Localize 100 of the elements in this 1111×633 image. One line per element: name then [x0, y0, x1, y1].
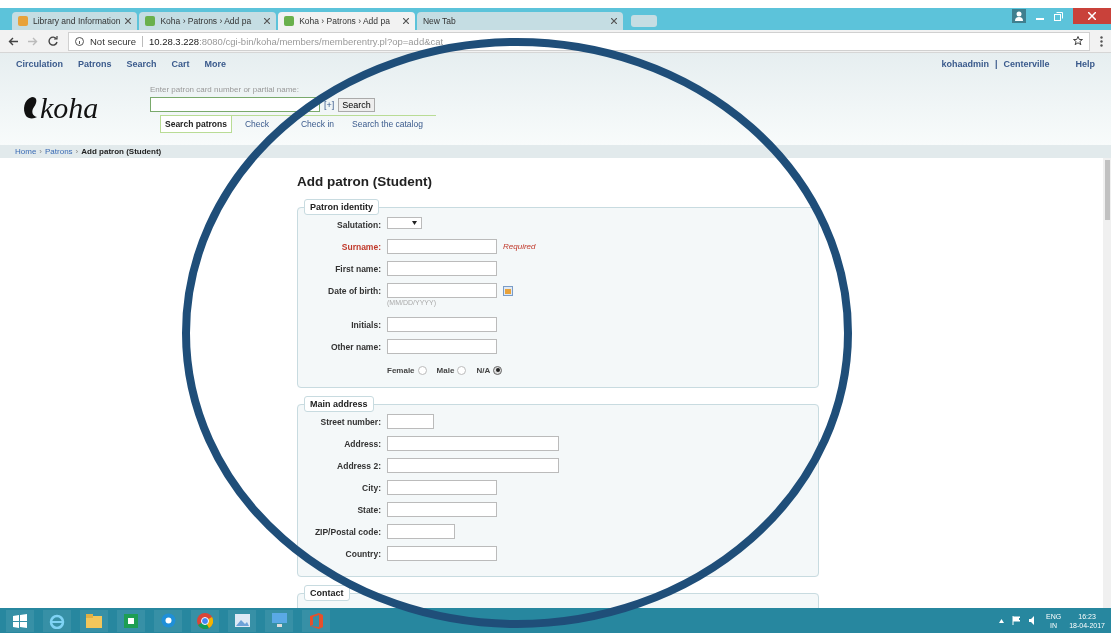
text-field[interactable]: [387, 283, 497, 298]
breadcrumb-link[interactable]: Patrons: [45, 147, 73, 156]
menu-icon[interactable]: [1100, 35, 1103, 47]
help-link[interactable]: Help: [1075, 59, 1095, 69]
text-field[interactable]: [387, 458, 559, 473]
logo-wordmark[interactable]: koha: [40, 91, 99, 125]
chrome-icon[interactable]: [197, 612, 213, 629]
close-window-button[interactable]: [1073, 8, 1111, 24]
windows-icon[interactable]: [13, 613, 27, 628]
browser-tab[interactable]: Koha › Patrons › Add pa: [139, 12, 277, 30]
tab-title: Library and Information: [33, 16, 121, 26]
search-button[interactable]: Search: [338, 97, 375, 112]
search-tab[interactable]: Check in: [296, 116, 340, 133]
text-field[interactable]: [387, 480, 497, 495]
breadcrumb-separator: ›: [75, 147, 79, 156]
nav-link[interactable]: More: [204, 59, 227, 69]
search-tab[interactable]: Search the catalog: [347, 116, 428, 133]
user-link[interactable]: kohaadmin: [941, 59, 989, 69]
reload-icon[interactable]: [48, 36, 58, 46]
text-field[interactable]: [387, 524, 455, 539]
page-title: Add patron (Student): [297, 174, 433, 189]
text-field[interactable]: [387, 546, 497, 561]
picture-icon[interactable]: [234, 614, 250, 627]
url-text: 10.28.3.228:8080/cgi-bin/koha/members/memberentry.pl?op=add&cat: [148, 35, 444, 47]
close-icon: [1088, 12, 1096, 20]
monitor-icon[interactable]: [271, 613, 287, 628]
text-field[interactable]: [387, 317, 497, 332]
close-icon[interactable]: [610, 18, 617, 24]
star-icon[interactable]: [1073, 36, 1083, 46]
field-label: Other name:: [329, 341, 381, 352]
radio-button[interactable]: [417, 365, 427, 375]
browser-e-icon[interactable]: [49, 612, 65, 629]
required-note: Required: [503, 241, 536, 251]
forward-icon[interactable]: [28, 36, 38, 46]
folder-icon[interactable]: [86, 613, 102, 628]
field-label: State:: [356, 504, 381, 515]
new-tab-button[interactable]: [630, 15, 657, 27]
info-icon: [75, 36, 84, 46]
back-icon[interactable]: [8, 36, 18, 46]
gender-radio[interactable]: Female: [387, 365, 427, 375]
favicon-icon: [284, 16, 295, 26]
browser-tab[interactable]: Koha › Patrons › Add pa: [278, 12, 415, 30]
breadcrumb-separator: ›: [39, 147, 42, 156]
office-icon[interactable]: [309, 612, 323, 629]
nav-link[interactable]: Search: [126, 59, 157, 69]
tab-title: Koha › Patrons › Add pa: [160, 16, 253, 26]
field-label: City:: [361, 482, 381, 493]
text-field[interactable]: [387, 339, 497, 354]
browser-tab[interactable]: Library and Information: [12, 12, 138, 30]
field-label: Street number:: [319, 416, 381, 427]
nav-separator: |: [994, 59, 998, 69]
field-label: Surname:: [340, 241, 381, 252]
close-icon[interactable]: [125, 18, 132, 24]
advanced-search-link[interactable]: [+]: [324, 99, 335, 110]
field-label: Address 2:: [336, 460, 381, 471]
tab-title: New Tab: [422, 16, 457, 26]
radio-button[interactable]: [493, 365, 503, 375]
address-bar[interactable]: Not secure 10.28.3.228:8080/cgi-bin/koha/members/memberentry.pl?op=add&cat: [68, 31, 1090, 51]
field-label: ZIP/Postal code:: [313, 526, 381, 537]
patron-search-field[interactable]: [150, 97, 320, 112]
gender-radio[interactable]: Male: [436, 365, 467, 375]
text-field[interactable]: [387, 261, 497, 276]
salutation-select[interactable]: [387, 217, 422, 229]
text-field[interactable]: [387, 502, 497, 517]
field-label: First name:: [334, 263, 381, 274]
close-icon[interactable]: [264, 18, 271, 24]
favicon-icon: [145, 16, 156, 26]
close-icon[interactable]: [402, 18, 409, 24]
text-field[interactable]: [387, 414, 434, 429]
flag-icon[interactable]: [1012, 616, 1021, 625]
scrollbar[interactable]: [1103, 158, 1111, 608]
nav-link[interactable]: Patrons: [78, 59, 112, 69]
field-label: Initials:: [350, 319, 381, 330]
caret-icon: [412, 221, 417, 225]
security-label: Not secure: [90, 35, 143, 47]
favicon-icon: [18, 16, 28, 26]
ring-app-icon[interactable]: [160, 613, 176, 628]
field-label: Address:: [343, 438, 381, 449]
field-label: Date of birth:: [327, 285, 381, 296]
branch-link[interactable]: Centerville: [1003, 59, 1050, 69]
search-tab[interactable]: Check: [239, 116, 274, 133]
nav-link[interactable]: Circulation: [16, 59, 63, 69]
nav-link[interactable]: Cart: [171, 59, 190, 69]
tab-title: Koha › Patrons › Add pa: [299, 16, 391, 26]
browser-tab[interactable]: New Tab: [416, 12, 623, 30]
section-legend: Contact: [304, 585, 350, 601]
section-legend: Main address: [304, 396, 374, 412]
store-icon[interactable]: [124, 613, 138, 628]
search-tab[interactable]: Search patrons: [160, 116, 232, 133]
search-hint: Enter patron card number or partial name:: [150, 85, 300, 94]
breadcrumb-link[interactable]: Home: [15, 147, 37, 156]
radio-button[interactable]: [457, 365, 467, 375]
gender-radio[interactable]: N/A: [476, 365, 503, 375]
restore-icon[interactable]: [1054, 11, 1063, 21]
user-icon[interactable]: [1012, 9, 1026, 23]
field-label: Salutation:: [336, 219, 381, 230]
text-field[interactable]: [387, 239, 497, 254]
text-field[interactable]: [387, 436, 559, 451]
tray-arrow-icon[interactable]: [999, 618, 1004, 623]
calendar-icon[interactable]: [503, 286, 513, 296]
